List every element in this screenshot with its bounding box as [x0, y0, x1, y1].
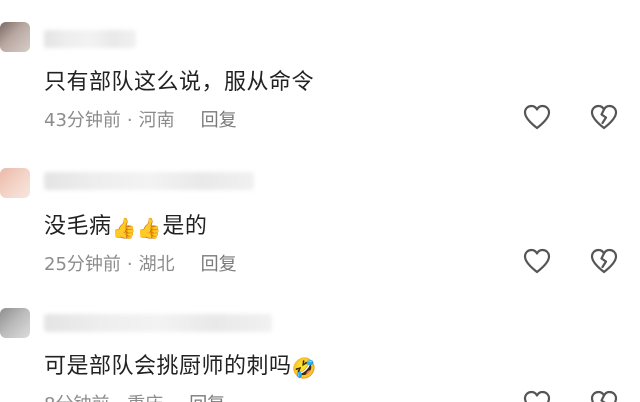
comment-item: 可是部队会挑厨师的刺吗🤣 8分钟前 · 重庆 回复 — [0, 300, 640, 402]
comment-text-body: 只有部队这么说，服从命令 — [44, 70, 315, 95]
rofl-emoji-icon: 🤣 — [291, 356, 317, 380]
comment-text-body: 没毛病 — [44, 214, 112, 239]
comment-meta: 43分钟前 · 河南 回复 — [44, 106, 237, 132]
comment-text: 没毛病👍👍是的 — [44, 208, 207, 240]
broken-heart-icon[interactable] — [589, 388, 619, 402]
avatar[interactable] — [0, 168, 30, 198]
comment-location: 河南 — [138, 110, 175, 131]
heart-outline-icon[interactable] — [522, 102, 552, 132]
broken-heart-icon[interactable] — [589, 246, 619, 276]
comment-time: 8分钟前 — [44, 394, 109, 402]
reply-button[interactable]: 回复 — [201, 110, 237, 131]
comment-meta: 8分钟前 · 重庆 回复 — [44, 390, 225, 402]
comment-location: 重庆 — [127, 394, 163, 402]
comment-time: 43分钟前 — [44, 110, 121, 131]
comment-item: 只有部队这么说，服从命令 43分钟前 · 河南 回复 — [0, 0, 640, 160]
comment-meta: 25分钟前 · 湖北 回复 — [44, 250, 237, 276]
reply-button[interactable]: 回复 — [189, 394, 225, 402]
comment-text-body: 可是部队会挑厨师的刺吗 — [44, 354, 292, 379]
comment-text: 可是部队会挑厨师的刺吗🤣 — [44, 348, 317, 380]
comment-location: 湖北 — [138, 254, 175, 275]
username-blurred[interactable] — [44, 30, 136, 48]
thumbs-up-emoji-icon: 👍👍 — [111, 216, 163, 240]
reply-button[interactable]: 回复 — [201, 254, 237, 275]
meta-separator: · — [115, 394, 121, 402]
username-blurred[interactable] — [44, 314, 272, 332]
avatar[interactable] — [0, 308, 30, 338]
avatar[interactable] — [0, 22, 30, 52]
heart-outline-icon[interactable] — [522, 246, 552, 276]
meta-separator: · — [126, 110, 133, 131]
meta-separator: · — [126, 254, 133, 275]
comment-item: 没毛病👍👍是的 25分钟前 · 湖北 回复 — [0, 160, 640, 300]
heart-outline-icon[interactable] — [522, 388, 552, 402]
comment-text-tail: 是的 — [162, 214, 208, 239]
comment-list: 只有部队这么说，服从命令 43分钟前 · 河南 回复 没毛病👍👍是的 25分钟前 · 湖北… — [0, 0, 640, 402]
comment-time: 25分钟前 — [44, 254, 121, 275]
username-blurred[interactable] — [44, 172, 254, 190]
broken-heart-icon[interactable] — [589, 102, 619, 132]
comment-text: 只有部队这么说，服从命令 — [44, 64, 314, 96]
